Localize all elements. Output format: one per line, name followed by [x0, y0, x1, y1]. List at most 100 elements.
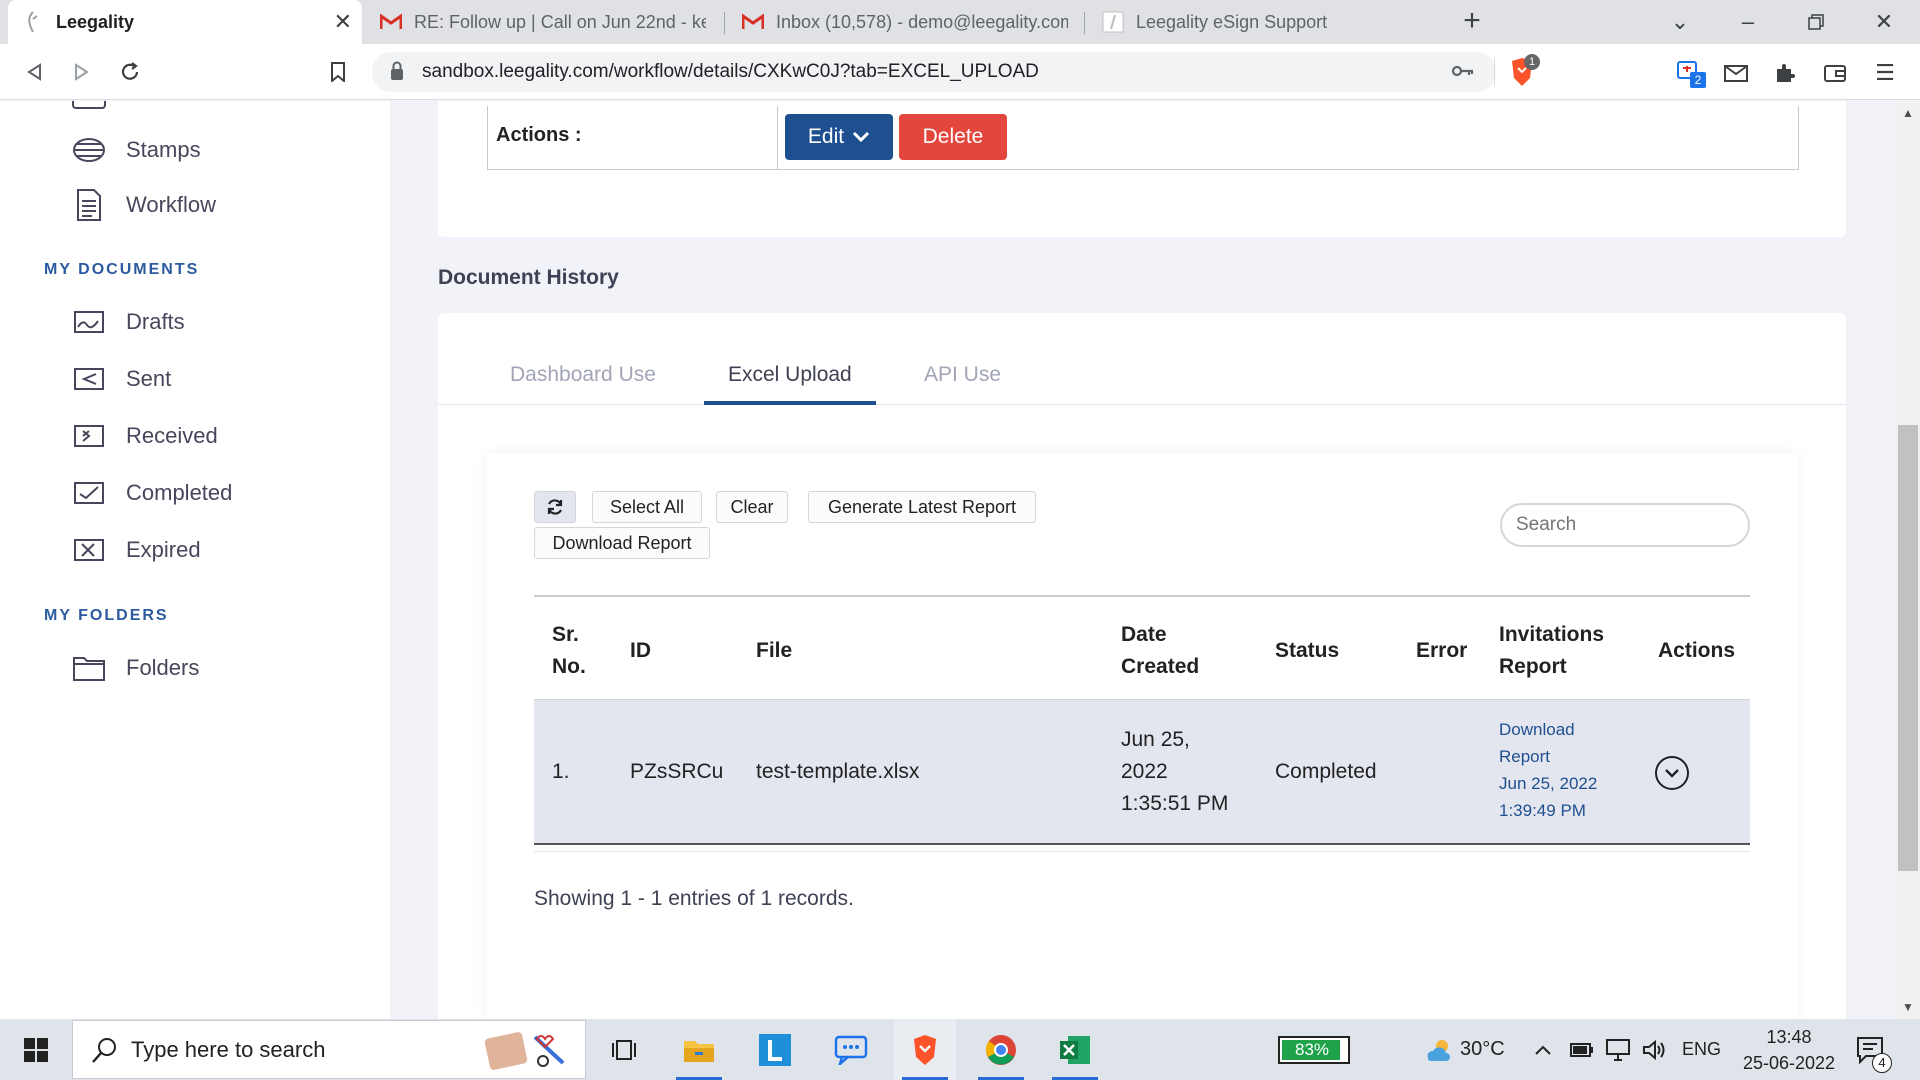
edit-button[interactable]: Edit — [785, 114, 893, 160]
sidebar-item-label: Expired — [126, 537, 201, 562]
tab-dashboard-use[interactable]: Dashboard Use — [510, 363, 656, 387]
scroll-up-arrow[interactable]: ▲ — [1900, 106, 1916, 122]
brave-shields-icon[interactable]: 1 — [1508, 54, 1540, 88]
history-tabs: Dashboard Use Excel Upload API Use — [438, 313, 1846, 405]
notification-center-button[interactable]: 4 — [1856, 1019, 1892, 1080]
chat-app[interactable] — [820, 1019, 882, 1080]
refresh-button[interactable] — [534, 491, 576, 523]
download-report-button[interactable]: Download Report — [534, 527, 710, 559]
row-expand-button[interactable] — [1655, 756, 1689, 790]
start-button[interactable] — [0, 1019, 72, 1080]
menu-icon[interactable]: ☰ — [1870, 58, 1900, 88]
chat-bubble-icon — [834, 1035, 868, 1065]
workflow-icon — [72, 189, 106, 221]
bookmark-icon[interactable] — [322, 56, 354, 88]
tab-esign-support[interactable]: Leegality eSign Support — [1088, 0, 1442, 44]
col-date-created: Date Created — [1121, 623, 1200, 678]
chrome-app[interactable] — [970, 1019, 1032, 1080]
task-view-button[interactable] — [594, 1019, 656, 1080]
wallet-icon[interactable] — [1820, 58, 1850, 88]
sidebar-item-sent[interactable]: Sent — [72, 364, 171, 394]
sidebar-item-drafts[interactable]: Drafts — [72, 307, 185, 337]
restore-button[interactable] — [1788, 0, 1844, 44]
network-icon[interactable] — [1606, 1019, 1630, 1080]
sidebar-item-completed[interactable]: Completed — [72, 478, 232, 508]
sidebar-item-folders[interactable]: Folders — [72, 653, 199, 683]
tab-leegality[interactable]: Leegality ✕ — [8, 0, 362, 44]
volume-icon[interactable] — [1642, 1019, 1666, 1080]
language-indicator[interactable]: ENG — [1682, 1019, 1721, 1080]
partial-item-icon — [72, 101, 106, 109]
expired-icon — [72, 535, 106, 565]
delete-button[interactable]: Delete — [899, 114, 1007, 160]
close-window-button[interactable]: ✕ — [1856, 0, 1912, 44]
cell-file: test-template.xlsx — [756, 760, 920, 783]
gmail-icon — [380, 11, 402, 33]
file-explorer-app[interactable] — [668, 1019, 730, 1080]
search-input[interactable] — [1500, 503, 1750, 547]
back-button[interactable] — [18, 56, 50, 88]
clear-button[interactable]: Clear — [716, 491, 788, 523]
tab-gmail-followup[interactable]: RE: Follow up | Call on Jun 22nd - keta — [366, 0, 720, 44]
tab-title: Leegality eSign Support — [1136, 11, 1328, 32]
scrollbar-thumb[interactable] — [1898, 425, 1918, 871]
download-report-link[interactable]: Download Report — [1499, 716, 1599, 770]
windows-taskbar: Type here to search 83% 30°C ENG 13:48 2… — [0, 1019, 1920, 1080]
extensions-puzzle-icon[interactable] — [1770, 58, 1800, 88]
battery-widget[interactable]: 83% — [1278, 1019, 1350, 1080]
scroll-down-arrow[interactable]: ▼ — [1900, 1000, 1916, 1016]
excel-app[interactable] — [1044, 1019, 1106, 1080]
weather-temp: 30°C — [1460, 1038, 1505, 1060]
url-text: sandbox.leegality.com/workflow/details/C… — [422, 61, 1039, 82]
gmail-icon — [742, 11, 764, 33]
tab-search-chevron-icon[interactable]: ⌄ — [1652, 0, 1708, 44]
hidden-icons-chevron-icon[interactable] — [1534, 1019, 1552, 1080]
received-icon — [72, 421, 106, 451]
leegality-app-icon — [759, 1033, 791, 1066]
clock[interactable]: 13:48 25-06-2022 — [1734, 1019, 1844, 1080]
chevron-down-icon — [853, 131, 870, 143]
leegality-app[interactable] — [744, 1019, 806, 1080]
translate-badge: 2 — [1690, 72, 1706, 88]
mail-extension-icon[interactable] — [1722, 58, 1752, 88]
tab-gmail-inbox[interactable]: Inbox (10,578) - demo@leegality.com — [728, 0, 1082, 44]
translate-extension-icon[interactable]: 2 — [1674, 58, 1706, 88]
sidebar-item-label: Received — [126, 423, 218, 448]
cell-sr-no: 1. — [552, 760, 570, 783]
reload-button[interactable] — [114, 56, 146, 88]
actions-label: Actions : — [488, 106, 778, 170]
taskbar-search-placeholder: Type here to search — [131, 1036, 326, 1062]
close-icon[interactable]: ✕ — [334, 9, 352, 35]
minimize-button[interactable]: – — [1720, 0, 1776, 44]
report-date: Jun 25, 2022 1:39:49 PM — [1499, 774, 1598, 820]
document-history-title: Document History — [438, 266, 619, 289]
new-tab-button[interactable]: + — [1456, 6, 1488, 38]
windows-logo-icon — [24, 1037, 48, 1062]
tab-separator — [1084, 12, 1085, 34]
search-icon — [92, 1038, 116, 1063]
col-status: Status — [1275, 639, 1340, 662]
tab-api-use[interactable]: API Use — [924, 363, 1001, 387]
sidebar-item-received[interactable]: Received — [72, 421, 218, 451]
clock-date: 25-06-2022 — [1742, 1052, 1836, 1073]
battery-status-icon[interactable] — [1570, 1019, 1594, 1080]
select-all-button[interactable]: Select All — [592, 491, 702, 523]
key-icon[interactable] — [1451, 61, 1474, 84]
forward-button[interactable] — [66, 56, 98, 88]
leegality-favicon-icon — [22, 11, 44, 33]
sidebar-item-stamps[interactable]: Stamps — [72, 135, 201, 165]
sidebar-item-workflow[interactable]: Workflow — [72, 189, 216, 221]
generate-latest-report-button[interactable]: Generate Latest Report — [808, 491, 1036, 523]
weather-widget[interactable]: 30°C — [1424, 1019, 1505, 1080]
sidebar-item-label: Stamps — [126, 137, 201, 162]
delete-button-label: Delete — [922, 125, 984, 148]
active-tab-indicator — [704, 401, 876, 405]
sidebar-item-expired[interactable]: Expired — [72, 535, 201, 565]
table-row[interactable]: 1. PZsSRCu test-template.xlsx Jun 25, 20… — [534, 699, 1750, 845]
support-favicon-icon — [1102, 11, 1124, 33]
tab-excel-upload[interactable]: Excel Upload — [728, 363, 852, 387]
taskbar-search-input[interactable]: Type here to search — [72, 1020, 586, 1079]
url-input[interactable]: sandbox.leegality.com/workflow/details/C… — [372, 52, 1496, 92]
sidebar-item-label: Drafts — [126, 309, 185, 334]
brave-browser-app[interactable] — [894, 1019, 956, 1080]
